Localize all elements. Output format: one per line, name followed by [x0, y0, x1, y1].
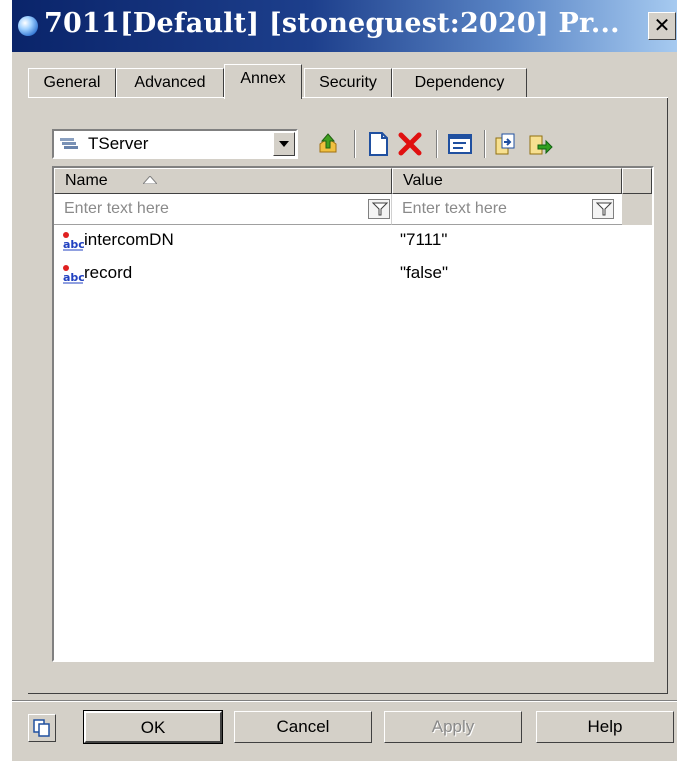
- option-row[interactable]: abc intercomDN "7111": [54, 230, 652, 254]
- export-icon: [529, 135, 553, 155]
- option-name: record: [84, 263, 133, 282]
- value-filter-button[interactable]: [592, 199, 614, 219]
- button-bar-separator: [12, 700, 677, 702]
- new-section-icon: [369, 132, 388, 156]
- ok-button[interactable]: OK: [83, 710, 223, 744]
- toolbar-separator: [354, 130, 356, 158]
- go-up-icon: [319, 133, 337, 153]
- tab-general[interactable]: General: [28, 68, 116, 98]
- help-button[interactable]: Help: [536, 711, 674, 743]
- toolbar-separator: [436, 130, 438, 158]
- svg-text:abc: abc: [63, 238, 84, 251]
- name-filter-input[interactable]: Enter text here: [54, 194, 392, 225]
- string-option-icon: abc: [63, 265, 84, 284]
- column-header-name-label: Name: [65, 172, 108, 189]
- export-button[interactable]: [526, 130, 554, 158]
- sort-ascending-icon: [143, 176, 157, 184]
- tserver-icon: [60, 138, 78, 149]
- new-section-button[interactable]: [364, 130, 392, 158]
- copy-icon: [33, 719, 50, 737]
- svg-text:abc: abc: [63, 271, 84, 284]
- name-filter-button[interactable]: [368, 199, 390, 219]
- apply-button[interactable]: Apply: [384, 711, 522, 743]
- value-filter-input[interactable]: Enter text here: [392, 194, 622, 225]
- edit-icon: [448, 134, 472, 154]
- value-filter-placeholder: Enter text here: [402, 200, 507, 217]
- cancel-button[interactable]: Cancel: [234, 711, 372, 743]
- option-name: intercomDN: [84, 230, 174, 249]
- tab-strip: General Advanced Annex Security Dependen…: [28, 64, 668, 99]
- section-dropdown-button[interactable]: [273, 132, 295, 156]
- filter-filler: [622, 194, 652, 225]
- tab-dependency[interactable]: Dependency: [392, 68, 527, 98]
- tab-advanced[interactable]: Advanced: [116, 68, 224, 98]
- option-value: "7111": [400, 230, 448, 249]
- copy-button[interactable]: [28, 714, 56, 742]
- name-filter-placeholder: Enter text here: [64, 200, 169, 217]
- chevron-down-icon: [279, 141, 289, 147]
- toolbar-separator: [484, 130, 486, 158]
- import-button[interactable]: [492, 130, 520, 158]
- option-value: "false": [400, 263, 448, 282]
- tab-annex[interactable]: Annex: [224, 64, 302, 99]
- funnel-icon: [372, 202, 388, 216]
- section-select[interactable]: TServer: [52, 129, 298, 159]
- column-header-name[interactable]: Name: [54, 168, 392, 194]
- funnel-icon: [596, 202, 612, 216]
- tab-security[interactable]: Security: [304, 68, 392, 98]
- edit-button[interactable]: [446, 130, 474, 158]
- window-title: 7011[Default] [stoneguest:2020] Pr...: [44, 8, 620, 39]
- options-grid[interactable]: Name Value Enter text here Enter text he…: [52, 166, 654, 662]
- column-header-value[interactable]: Value: [392, 168, 622, 194]
- close-icon: ✕: [653, 13, 671, 37]
- string-option-icon: abc: [63, 232, 84, 251]
- import-icon: [495, 133, 515, 155]
- option-row[interactable]: abc record "false": [54, 263, 652, 287]
- delete-button[interactable]: [396, 130, 424, 158]
- app-icon: [18, 16, 38, 36]
- delete-icon: [398, 132, 422, 156]
- column-header-filler: [622, 168, 652, 194]
- title-bar[interactable]: 7011[Default] [stoneguest:2020] Pr... ✕: [12, 0, 677, 52]
- section-select-value: TServer: [88, 134, 149, 153]
- close-button[interactable]: ✕: [648, 12, 676, 40]
- go-up-button[interactable]: [314, 130, 342, 158]
